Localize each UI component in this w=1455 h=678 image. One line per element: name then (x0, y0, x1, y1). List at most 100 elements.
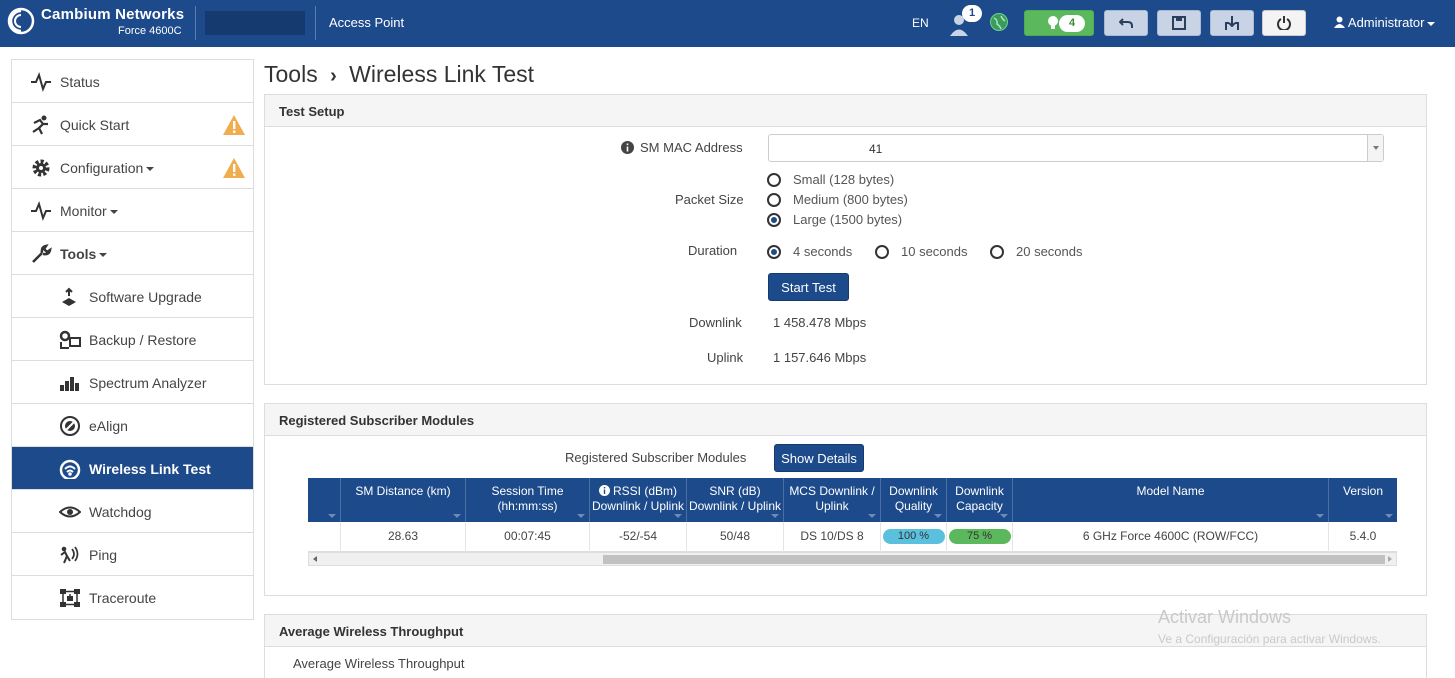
column-header-quality[interactable]: Downlink Quality (881, 478, 947, 522)
table-cell: 5.4.0 (1349, 529, 1377, 543)
scroll-right-icon[interactable] (1388, 556, 1392, 562)
sort-icon (934, 514, 942, 518)
column-header-version[interactable]: Version (1329, 478, 1397, 522)
sort-icon (577, 514, 585, 518)
scrollbar-thumb[interactable] (603, 555, 1385, 564)
sidebar-item-spectrum-analyzer[interactable]: Spectrum Analyzer (12, 361, 253, 404)
user-menu[interactable]: Administrator (1334, 15, 1436, 30)
radio-label: 10 seconds (901, 244, 968, 259)
globe-icon[interactable] (989, 12, 1009, 32)
apply-icon (1225, 16, 1239, 30)
column-header-distance[interactable]: SM Distance (km) (341, 478, 466, 522)
chevron-down-icon (109, 210, 118, 215)
radio-label: Small (128 bytes) (793, 172, 895, 187)
sidebar-item-label: Backup / Restore (89, 332, 197, 348)
sidebar-item-software-upgrade[interactable]: Software Upgrade (12, 275, 253, 318)
sort-icon (771, 514, 779, 518)
sidebar-item-label: Software Upgrade (89, 289, 202, 305)
undo-button[interactable] (1104, 10, 1148, 36)
sidebar-item-wireless-link-test[interactable]: Wireless Link Test (12, 447, 253, 490)
apply-button[interactable] (1210, 10, 1254, 36)
uplink-value: 1 157.646 Mbps (773, 350, 867, 365)
column-header-rssi[interactable]: RSSI (dBm) Downlink / Uplink (590, 478, 687, 522)
throughput-label: Average Wireless Throughput (293, 656, 465, 671)
start-test-button[interactable]: Start Test (768, 273, 849, 301)
table-row[interactable]: 28.63 00:07:45 -52/-54 50/48 DS 10/DS 8 … (308, 522, 1397, 552)
sidebar-item-tools[interactable]: Tools (12, 232, 253, 275)
downlink-value: 1 458.478 Mbps (773, 315, 867, 330)
table-cell: DS 10/DS 8 (784, 522, 881, 552)
sidebar-item-configuration[interactable]: Configuration (12, 146, 253, 189)
radio-label: 20 seconds (1016, 244, 1083, 259)
align-icon (60, 416, 80, 436)
panel-heading: Test Setup (265, 95, 1426, 127)
reboot-button[interactable] (1262, 10, 1306, 36)
sidebar-item-status[interactable]: Status (12, 60, 253, 103)
radio-dot (767, 193, 781, 207)
radio-label: Large (1500 bytes) (793, 212, 903, 227)
breadcrumb-root[interactable]: Tools (264, 61, 318, 87)
pulse-icon (31, 201, 51, 221)
column-header-capacity[interactable]: Downlink Capacity (947, 478, 1013, 522)
sort-icon (1385, 514, 1393, 518)
top-bar: Cambium Networks Force 4600C Access Poin… (0, 0, 1455, 47)
radio-dot (767, 173, 781, 187)
pulse-icon (31, 72, 51, 92)
sidebar-item-label: Wireless Link Test (89, 461, 211, 477)
sidebar-item-label: Ping (89, 547, 118, 563)
breadcrumb-current: Wireless Link Test (349, 61, 535, 87)
brand-name: Cambium Networks (41, 6, 185, 23)
show-details-button[interactable]: Show Details (774, 444, 864, 472)
sidebar-item-label: Status (60, 74, 100, 90)
radio-label: Medium (800 bytes) (793, 192, 908, 207)
sidebar-item-label: Spectrum Analyzer (89, 375, 207, 391)
sidebar-item-label: Tools (60, 246, 97, 262)
warning-icon (223, 158, 245, 178)
radio-dot (767, 213, 781, 227)
save-icon (1172, 16, 1186, 30)
packet-size-label: Packet Size (675, 192, 744, 207)
sidebar-item-watchdog[interactable]: Watchdog (12, 490, 253, 533)
registered-sm-label: Registered Subscriber Modules (565, 450, 747, 465)
chevron-down-icon (1427, 21, 1436, 26)
sm-mac-select[interactable]: 41 (768, 134, 1384, 162)
bar-chart-icon (60, 377, 79, 391)
sidebar-item-label: Quick Start (60, 117, 130, 133)
chevron-down-icon (99, 253, 108, 258)
device-name-box (205, 11, 305, 35)
gauge-icon (59, 459, 81, 479)
column-header-session-time[interactable]: Session Time (hh:mm:ss) (466, 478, 590, 522)
sm-mac-value: 41 (869, 142, 883, 156)
device-type-label: Access Point (329, 15, 405, 30)
table-cell (308, 522, 341, 552)
header-divider (195, 6, 196, 40)
sidebar-item-quick-start[interactable]: Quick Start (12, 103, 253, 146)
uplink-label: Uplink (707, 350, 744, 365)
upgrade-icon (62, 287, 76, 306)
horizontal-scrollbar[interactable] (308, 552, 1397, 566)
user-alert-badge: 1 (962, 5, 982, 22)
column-header-model[interactable]: Model Name (1013, 478, 1329, 522)
sidebar-item-monitor[interactable]: Monitor (12, 189, 253, 232)
save-button[interactable] (1157, 10, 1201, 36)
sort-icon (1316, 514, 1324, 518)
sm-table: SM Distance (km) Session Time (hh:mm:ss) … (308, 478, 1397, 566)
sidebar-item-backup-restore[interactable]: Backup / Restore (12, 318, 253, 361)
chevron-down-icon[interactable] (1367, 135, 1383, 161)
sidebar-item-ealign[interactable]: eAlign (12, 404, 253, 447)
column-header-snr[interactable]: SNR (dB) Downlink / Uplink (687, 478, 784, 522)
language-selector[interactable]: EN (912, 16, 929, 30)
sm-mac-label: SM MAC Address (640, 140, 743, 155)
backup-icon (59, 330, 81, 349)
sidebar-item-label: Watchdog (89, 504, 152, 520)
column-header-select[interactable] (308, 478, 341, 522)
scroll-left-icon[interactable] (313, 556, 317, 562)
notifications-button[interactable]: 4 (1024, 10, 1094, 36)
sidebar-item-ping[interactable]: Ping (12, 533, 253, 576)
info-icon[interactable] (598, 485, 610, 496)
column-header-mcs[interactable]: MCS Downlink / Uplink (784, 478, 881, 522)
info-icon[interactable] (621, 141, 634, 154)
quality-badge: 100 % (882, 529, 945, 544)
sidebar-item-traceroute[interactable]: Traceroute (12, 576, 253, 619)
sort-icon (1000, 514, 1008, 518)
